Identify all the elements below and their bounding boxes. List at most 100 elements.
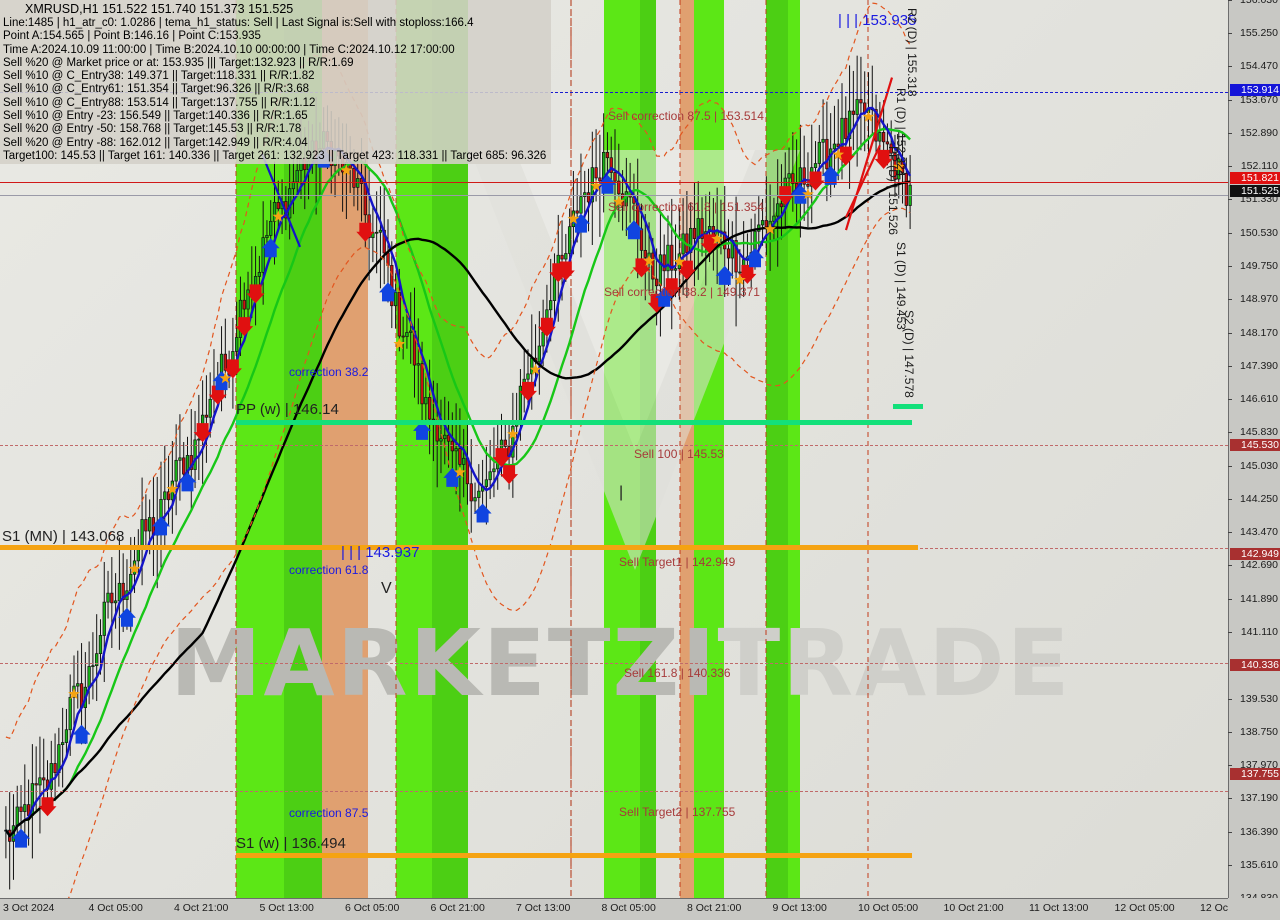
price-tick: 143.470: [1228, 527, 1280, 538]
price-tick: 150.530: [1228, 227, 1280, 239]
price-tick: 154.470: [1228, 61, 1280, 72]
price-tick: 152.890: [1228, 128, 1280, 139]
time-tick: 5 Oct 13:00: [259, 902, 314, 914]
scale-corner: [1228, 898, 1280, 920]
buy-arrow-icon: [117, 607, 136, 627]
annotation-s1-monthly: S1 (MN) | 143.068: [2, 528, 125, 545]
price-tick: 137.190: [1228, 793, 1280, 804]
time-scale[interactable]: 3 Oct 2024 4 Oct 05:00 4 Oct 21:00 5 Oct 13…: [0, 898, 1280, 920]
info-row-targets: Target100: 145.53 || Target 161: 140.336…: [3, 149, 547, 162]
price-tick: 147.390: [1228, 360, 1280, 372]
info-row: Sell %10 @ C_Entry88: 153.514 || Target:…: [3, 96, 316, 109]
annotation-s1-weekly: S1 (w) | 136.494: [236, 835, 346, 852]
price-badge: 151.525: [1230, 184, 1280, 197]
price-badge: 145.530: [1230, 438, 1280, 451]
time-tick: 7 Oct 13:00: [516, 902, 571, 914]
price-tick: 149.750: [1228, 261, 1280, 272]
info-row: Point A:154.565 | Point B:146.16 | Point…: [3, 30, 261, 43]
time-tick: 4 Oct 21:00: [174, 902, 229, 914]
annotation-r2-daily: R2 (D) | 155.318: [905, 8, 919, 97]
price-tick: 145.030: [1228, 460, 1280, 472]
price-tick: 156.030: [1228, 0, 1280, 6]
level-s1-monthly: [0, 545, 918, 550]
chart-plot-area[interactable]: MARKETZITRADE Sell correction 87.5 | 153…: [0, 0, 1228, 898]
price-tick: 155.250: [1228, 28, 1280, 39]
price-badge: 151.821: [1230, 172, 1280, 185]
annotation-correction-382: correction 38.2: [289, 365, 369, 379]
close-price-line: [0, 195, 1228, 196]
price-level-line-145530: [0, 445, 1228, 446]
sell-arrow-icon: [193, 423, 212, 443]
price-scale[interactable]: 156.030 155.250 154.470 153.670 152.890 152.1…: [1228, 0, 1280, 904]
time-tick: 12 Oct 05:00: [1114, 902, 1175, 914]
annotation-sell-correction-875: Sell correction 87.5 | 153.514: [608, 109, 764, 123]
info-row: Sell %10 @ C_Entry38: 149.371 || Target:…: [3, 70, 315, 83]
price-tick: 139.530: [1228, 693, 1280, 705]
price-badge: 142.949: [1230, 548, 1280, 561]
time-tick: 10 Oct 21:00: [943, 902, 1004, 914]
price-level-line-137755: [0, 791, 1228, 792]
sell-arrow-icon: [356, 222, 375, 242]
price-tick: 142.690: [1228, 560, 1280, 571]
time-tick: 11 Oct 13:00: [1029, 902, 1089, 914]
time-tick: 9 Oct 13:00: [772, 902, 827, 914]
sell-arrow-icon: [806, 171, 825, 191]
cursor-marker: |: [619, 484, 624, 501]
info-row: Time A:2024.10.09 11:00:00 | Time B:2024…: [3, 43, 455, 56]
time-tick: 6 Oct 21:00: [430, 902, 485, 914]
price-badge: 137.755: [1230, 768, 1280, 781]
time-tick: 10 Oct 05:00: [858, 902, 919, 914]
info-row: Sell %10 @ Entry -23: 156.549 || Target:…: [3, 110, 308, 123]
symbol-ohlc-title: XMRUSD,H1 151.522 151.740 151.373 151.52…: [25, 2, 294, 16]
info-row: Line:1485 | h1_atr_c0: 1.0286 | tema_h1_…: [3, 17, 474, 29]
annotation-correction-618: correction 61.8: [289, 563, 369, 577]
price-tick: 138.750: [1228, 726, 1280, 738]
buy-arrow-icon: [715, 265, 734, 285]
annotation-sell-correction-618: Sell correction 61.8 | 151.354: [608, 200, 764, 214]
info-row: Sell %20 @ Entry -50: 158.768 || Target:…: [3, 123, 302, 136]
annotation-s2-daily: S2 (D) | 147.578: [902, 310, 916, 398]
price-tick: 144.250: [1228, 493, 1280, 505]
time-tick: 3 Oct 2024: [3, 902, 55, 914]
price-badge: 153.914: [1230, 83, 1280, 96]
annotation-fib-price: | | | 143.937: [341, 544, 420, 561]
level-s1-weekly: [236, 853, 912, 858]
price-tick: 153.670: [1228, 94, 1280, 106]
info-row: Sell %10 @ C_Entry61: 151.354 || Target:…: [3, 83, 309, 96]
annotation-pp-daily: PP (D) | 151.526: [886, 146, 900, 235]
price-tick: 136.390: [1228, 826, 1280, 838]
buy-arrow-icon: [178, 472, 197, 492]
annotation-sell-100: Sell 100 | 145.53: [634, 447, 724, 461]
sell-arrow-icon: [500, 465, 519, 485]
info-row: Sell %20 @ Market price or at: 153.935 |…: [3, 56, 354, 69]
price-badge: 140.336: [1230, 658, 1280, 671]
trading-chart-window: MARKETZITRADE Sell correction 87.5 | 153…: [0, 0, 1280, 920]
price-tick: 135.610: [1228, 859, 1280, 871]
last-price-line: [0, 182, 1228, 183]
level-s2-daily: [893, 404, 923, 409]
cursor-marker-down: V: [381, 580, 392, 597]
buy-arrow-icon: [473, 503, 492, 523]
price-level-line-140336: [0, 663, 1228, 664]
price-tick: 141.890: [1228, 593, 1280, 605]
time-tick: 8 Oct 05:00: [601, 902, 656, 914]
annotation-pp-weekly: PP (w) | 146.14: [236, 401, 339, 418]
price-tick: 141.110: [1228, 626, 1280, 638]
info-row: Sell %20 @ Entry -88: 162.012 || Target:…: [3, 136, 308, 149]
annotation-sell-correction-382: Sell correction 38.2 | 149.371: [604, 285, 760, 299]
time-tick: 6 Oct 05:00: [345, 902, 400, 914]
annotation-correction-875: correction 87.5: [289, 806, 369, 820]
price-tick: 145.830: [1228, 427, 1280, 438]
time-tick: 4 Oct 05:00: [88, 902, 143, 914]
annotation-sell-1618: Sell 161.8 | 140.336: [624, 666, 731, 680]
sell-arrow-icon: [537, 317, 556, 337]
price-tick: 146.610: [1228, 394, 1280, 405]
time-tick: 8 Oct 21:00: [687, 902, 742, 914]
buy-arrow-icon: [745, 248, 764, 268]
level-pp-weekly: [236, 420, 912, 425]
price-tick: 152.110: [1228, 161, 1280, 172]
price-tick: 148.970: [1228, 294, 1280, 305]
price-tick: 148.170: [1228, 327, 1280, 339]
annotation-sell-target2: Sell Target2 | 137.755: [619, 805, 736, 819]
annotation-sell-target1: Sell Target1 | 142.949: [619, 555, 736, 569]
